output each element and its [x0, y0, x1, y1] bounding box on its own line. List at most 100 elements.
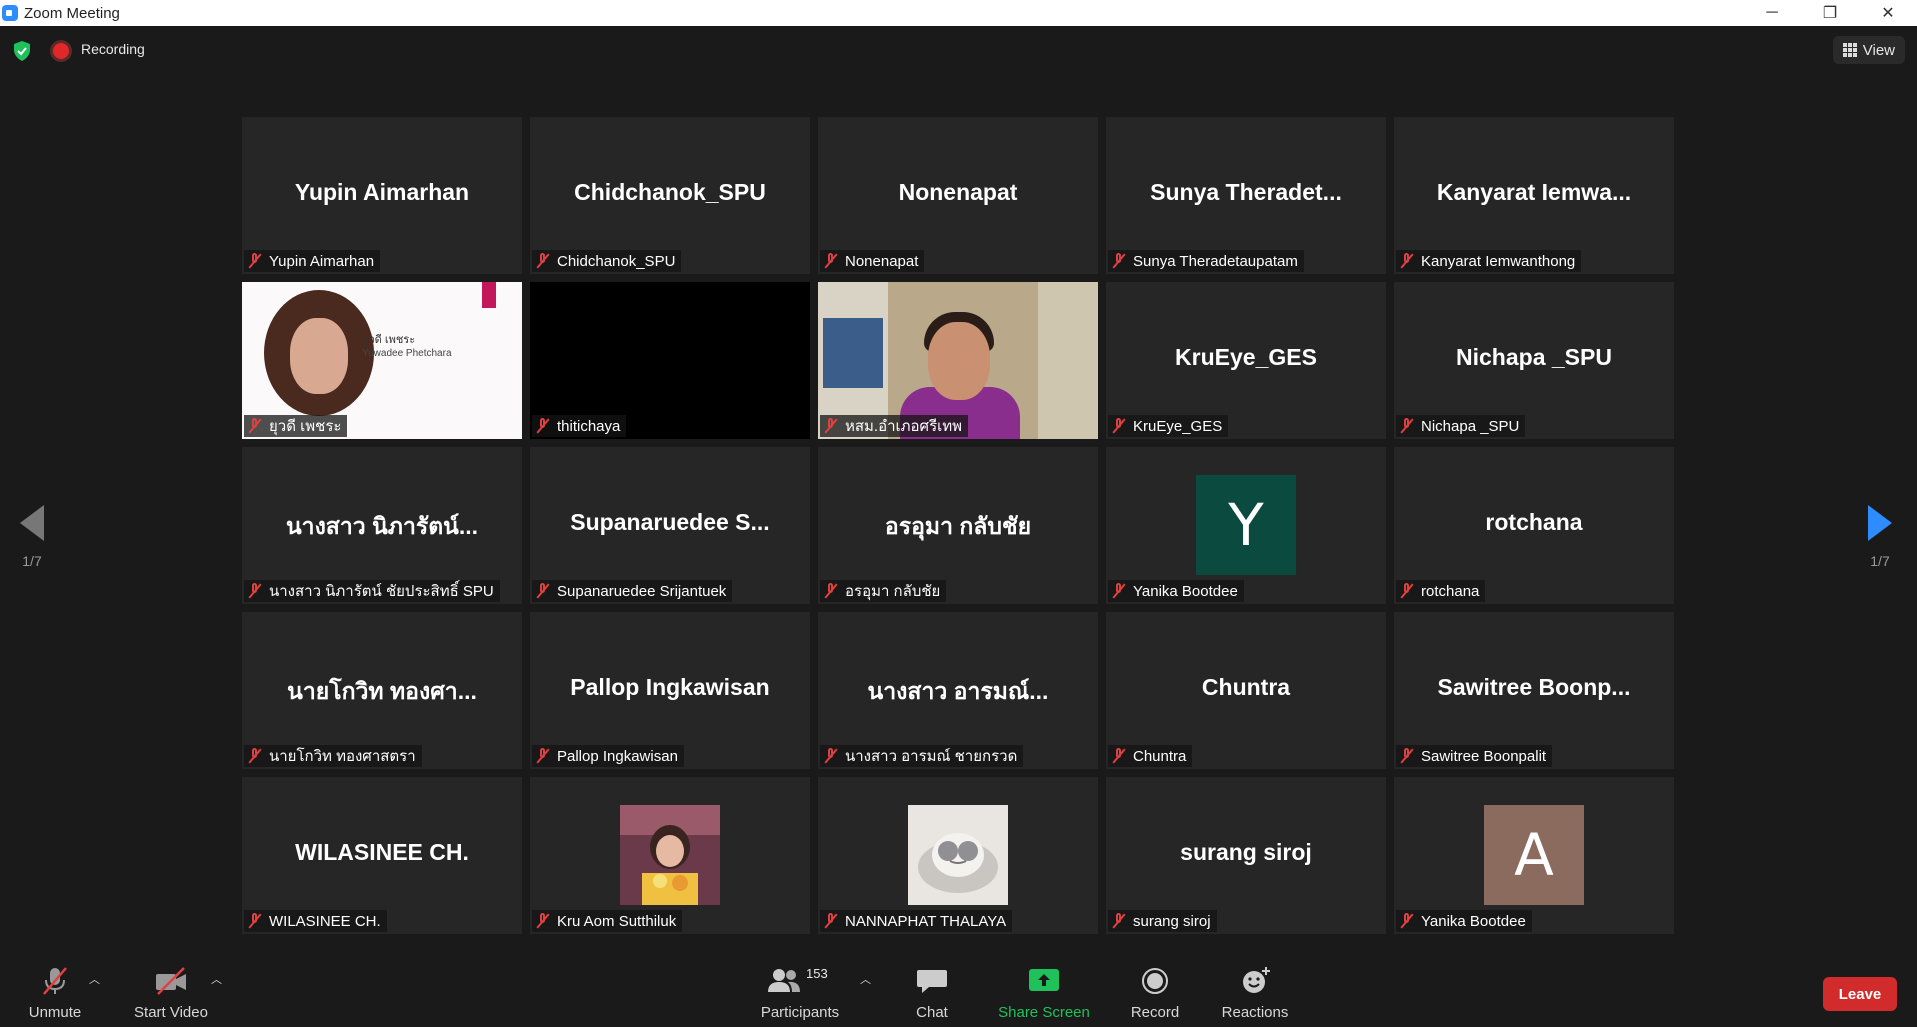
- chat-button[interactable]: Chat: [905, 957, 959, 1027]
- mic-muted-icon: [536, 583, 550, 599]
- participant-display-name: นางสาว อารมณ์...: [867, 678, 1049, 704]
- video-gallery: Yupin Aimarhan Yupin Aimarhan Chidchanok…: [242, 117, 1674, 934]
- participant-tile[interactable]: NANNAPHAT THALAYA: [818, 777, 1098, 934]
- participant-name: Nichapa _SPU: [1421, 417, 1520, 435]
- recording-dot-icon: [53, 43, 69, 59]
- participant-tile[interactable]: Nonenapat Nonenapat: [818, 117, 1098, 274]
- participant-tile[interactable]: surang siroj surang siroj: [1106, 777, 1386, 934]
- participant-display-name: Chuntra: [1201, 674, 1291, 700]
- mic-muted-icon: [536, 748, 550, 764]
- participant-display-name: อรอุมา กลับชัย: [884, 513, 1032, 539]
- participant-name-tag: Nichapa _SPU: [1396, 415, 1526, 437]
- participant-tile[interactable]: Chuntra Chuntra: [1106, 612, 1386, 769]
- participant-name-tag: Kru Aom Sutthiluk: [532, 910, 683, 932]
- participant-tile[interactable]: WILASINEE CH. WILASINEE CH.: [242, 777, 522, 934]
- mic-muted-icon: [824, 253, 838, 269]
- participant-video-tile[interactable]: หสม.อำเภอศรีเทพ: [818, 282, 1098, 439]
- participant-tile[interactable]: Kanyarat Iemwa... Kanyarat Iemwanthong: [1394, 117, 1674, 274]
- participants-icon: [768, 969, 800, 992]
- chat-label: Chat: [916, 1004, 948, 1021]
- participant-name-tag: ยุวดี เพชระ: [244, 415, 348, 437]
- participant-name: นางสาว อารมณ์ ชายกรวด: [845, 748, 1018, 765]
- participant-tile[interactable]: Sunya Theradet... Sunya Theradetaupatam: [1106, 117, 1386, 274]
- shield-check-icon[interactable]: [13, 41, 31, 61]
- start-video-button[interactable]: Start Video: [125, 957, 217, 1027]
- participant-name-tag: หสม.อำเภอศรีเทพ: [820, 415, 969, 437]
- participant-name-tag: Nonenapat: [820, 250, 925, 272]
- participant-tile[interactable]: Chidchanok_SPU Chidchanok_SPU: [530, 117, 810, 274]
- participant-tile[interactable]: Y Yanika Bootdee: [1106, 447, 1386, 604]
- participant-name-tag: Kanyarat Iemwanthong: [1396, 250, 1582, 272]
- video-background: [1038, 282, 1098, 439]
- participants-button[interactable]: 153 Participants: [756, 957, 844, 1027]
- participant-display-name: Chidchanok_SPU: [574, 179, 766, 205]
- participant-name-tag: Yupin Aimarhan: [244, 250, 381, 272]
- participant-display-name: surang siroj: [1180, 839, 1312, 865]
- participant-tile[interactable]: KruEye_GES KruEye_GES: [1106, 282, 1386, 439]
- unmute-label: Unmute: [28, 1004, 82, 1021]
- participant-display-name: KruEye_GES: [1175, 344, 1317, 370]
- profile-photo: [620, 805, 720, 905]
- avatar: A: [1484, 805, 1584, 905]
- recording-label: Recording: [81, 41, 145, 57]
- participant-tile[interactable]: Yupin Aimarhan Yupin Aimarhan: [242, 117, 522, 274]
- participant-tile[interactable]: Supanaruedee S... Supanaruedee Srijantue…: [530, 447, 810, 604]
- mic-muted-icon: [248, 748, 262, 764]
- minimize-button[interactable]: ─: [1743, 0, 1801, 26]
- mic-muted-icon: [536, 913, 550, 929]
- participant-tile[interactable]: นางสาว อารมณ์... นางสาว อารมณ์ ชายกรวด: [818, 612, 1098, 769]
- participant-tile[interactable]: อรอุมา กลับชัย อรอุมา กลับชัย: [818, 447, 1098, 604]
- participant-tile[interactable]: Sawitree Boonp... Sawitree Boonpalit: [1394, 612, 1674, 769]
- participant-tile[interactable]: Pallop Ingkawisan Pallop Ingkawisan: [530, 612, 810, 769]
- next-page-nav[interactable]: 1/7: [1860, 505, 1900, 569]
- participant-name: นางสาว นิภารัตน์ ชัยประสิทธิ์ SPU: [269, 583, 494, 600]
- audio-options-chevron-icon[interactable]: ︿: [89, 971, 100, 987]
- avatar: Y: [1196, 475, 1296, 575]
- participant-name-tag: thitichaya: [532, 415, 627, 437]
- participant-display-name: Nonenapat: [898, 179, 1018, 205]
- card-name-thai: ยุวดี เพชระ: [362, 334, 416, 346]
- page-indicator-right: 1/7: [1870, 553, 1890, 569]
- participant-display-name: Supanaruedee S...: [570, 509, 770, 535]
- page-indicator-left: 1/7: [22, 553, 42, 569]
- participant-tile[interactable]: A Yanika Bootdee: [1394, 777, 1674, 934]
- mic-muted-icon: [1400, 253, 1414, 269]
- mic-muted-icon: [824, 418, 838, 434]
- participant-name-tag: surang siroj: [1108, 910, 1217, 932]
- participant-tile[interactable]: Kru Aom Sutthiluk: [530, 777, 810, 934]
- leave-button[interactable]: Leave: [1823, 977, 1897, 1011]
- restore-button[interactable]: ❐: [1801, 0, 1859, 26]
- close-button[interactable]: ✕: [1859, 0, 1917, 26]
- participant-name-tag: นางสาว อารมณ์ ชายกรวด: [820, 745, 1024, 767]
- participant-name-tag: อรอุมา กลับชัย: [820, 580, 947, 602]
- arrow-right-icon[interactable]: [1868, 505, 1892, 541]
- mic-muted-icon: [824, 913, 838, 929]
- share-screen-button[interactable]: Share Screen: [994, 957, 1094, 1027]
- participant-name-tag: Sawitree Boonpalit: [1396, 745, 1553, 767]
- participant-name: Chidchanok_SPU: [557, 252, 676, 270]
- reactions-smiley-icon: [1243, 967, 1270, 993]
- meeting-toolbar: Unmute ︿ Start Video ︿ 153 Participants …: [0, 957, 1917, 1027]
- participant-video-person: [928, 322, 990, 400]
- mic-muted-icon: [1112, 418, 1126, 434]
- participant-tile[interactable]: นางสาว นิภารัตน์... นางสาว นิภารัตน์ ชัย…: [242, 447, 522, 604]
- reactions-button[interactable]: Reactions: [1218, 957, 1292, 1027]
- unmute-button[interactable]: Unmute: [20, 957, 90, 1027]
- record-button[interactable]: Record: [1124, 957, 1186, 1027]
- participants-options-chevron-icon[interactable]: ︿: [860, 971, 871, 987]
- participant-tile[interactable]: นายโกวิท ทองศา... นายโกวิท ทองศาสตรา: [242, 612, 522, 769]
- participant-display-name: Sawitree Boonp...: [1437, 674, 1631, 700]
- participant-video-tile[interactable]: ยุวดี เพชระ Yuwadee Phetchara ยุวดี เพชร…: [242, 282, 522, 439]
- video-options-chevron-icon[interactable]: ︿: [211, 971, 222, 987]
- participant-name: Sunya Theradetaupatam: [1133, 252, 1298, 270]
- mic-muted-icon: [248, 913, 262, 929]
- participant-tile[interactable]: Nichapa _SPU Nichapa _SPU: [1394, 282, 1674, 439]
- participant-name: ยุวดี เพชระ: [269, 418, 342, 435]
- view-button[interactable]: View: [1832, 36, 1905, 64]
- participant-video-tile[interactable]: thitichaya: [530, 282, 810, 439]
- previous-page-nav[interactable]: 1/7: [12, 505, 52, 569]
- mic-muted-icon: [824, 748, 838, 764]
- participant-tile[interactable]: rotchana rotchana: [1394, 447, 1674, 604]
- arrow-left-icon[interactable]: [20, 505, 44, 541]
- participant-name: surang siroj: [1133, 912, 1211, 930]
